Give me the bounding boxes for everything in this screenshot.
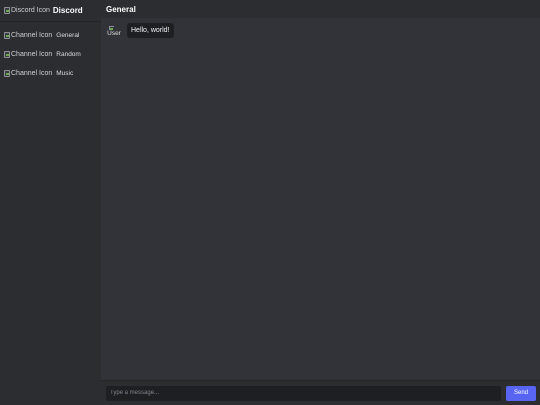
- channel-icon: Channel Icon: [4, 70, 52, 77]
- channel-item-random[interactable]: Channel Icon Random: [0, 45, 101, 64]
- discord-logo-icon: Discord Icon: [4, 7, 50, 14]
- broken-image-icon: [4, 32, 10, 39]
- channel-icon-alt: Channel Icon: [11, 70, 53, 77]
- send-button[interactable]: Send: [506, 385, 536, 401]
- message-bubble: Hello, world!: [127, 23, 174, 38]
- channel-label: Music: [56, 70, 74, 77]
- sidebar-title: Discord: [52, 6, 83, 15]
- channel-icon: Channel Icon: [4, 51, 52, 58]
- message-list[interactable]: User Hello, world!: [101, 18, 540, 380]
- avatar: User: [106, 26, 122, 42]
- chat-area: General User Hello, world! Send: [101, 0, 540, 405]
- sidebar-header: Discord Icon Discord: [0, 0, 101, 22]
- channel-title: General: [106, 4, 136, 14]
- avatar-alt: User: [107, 30, 121, 37]
- broken-image-icon: [4, 70, 10, 77]
- chat-header: General: [101, 0, 540, 18]
- discord-logo-alt: Discord Icon: [11, 7, 50, 14]
- message-input[interactable]: [106, 385, 501, 401]
- message-composer: Send: [101, 380, 540, 405]
- broken-image-icon: [108, 26, 114, 30]
- channel-item-general[interactable]: Channel Icon General: [0, 26, 101, 45]
- channel-label: General: [56, 32, 80, 39]
- broken-image-icon: [4, 51, 10, 58]
- channel-icon-alt: Channel Icon: [11, 32, 53, 39]
- message-item: User Hello, world!: [106, 23, 535, 42]
- channel-icon-alt: Channel Icon: [11, 51, 53, 58]
- broken-image-icon: [4, 7, 10, 14]
- channel-label: Random: [56, 51, 81, 58]
- channel-item-music[interactable]: Channel Icon Music: [0, 64, 101, 83]
- channel-icon: Channel Icon: [4, 32, 52, 39]
- sidebar: Discord Icon Discord Channel Icon Genera…: [0, 0, 101, 405]
- channel-list: Channel Icon General Channel Icon Random…: [0, 22, 101, 83]
- app-window: Discord Icon Discord Channel Icon Genera…: [0, 0, 540, 405]
